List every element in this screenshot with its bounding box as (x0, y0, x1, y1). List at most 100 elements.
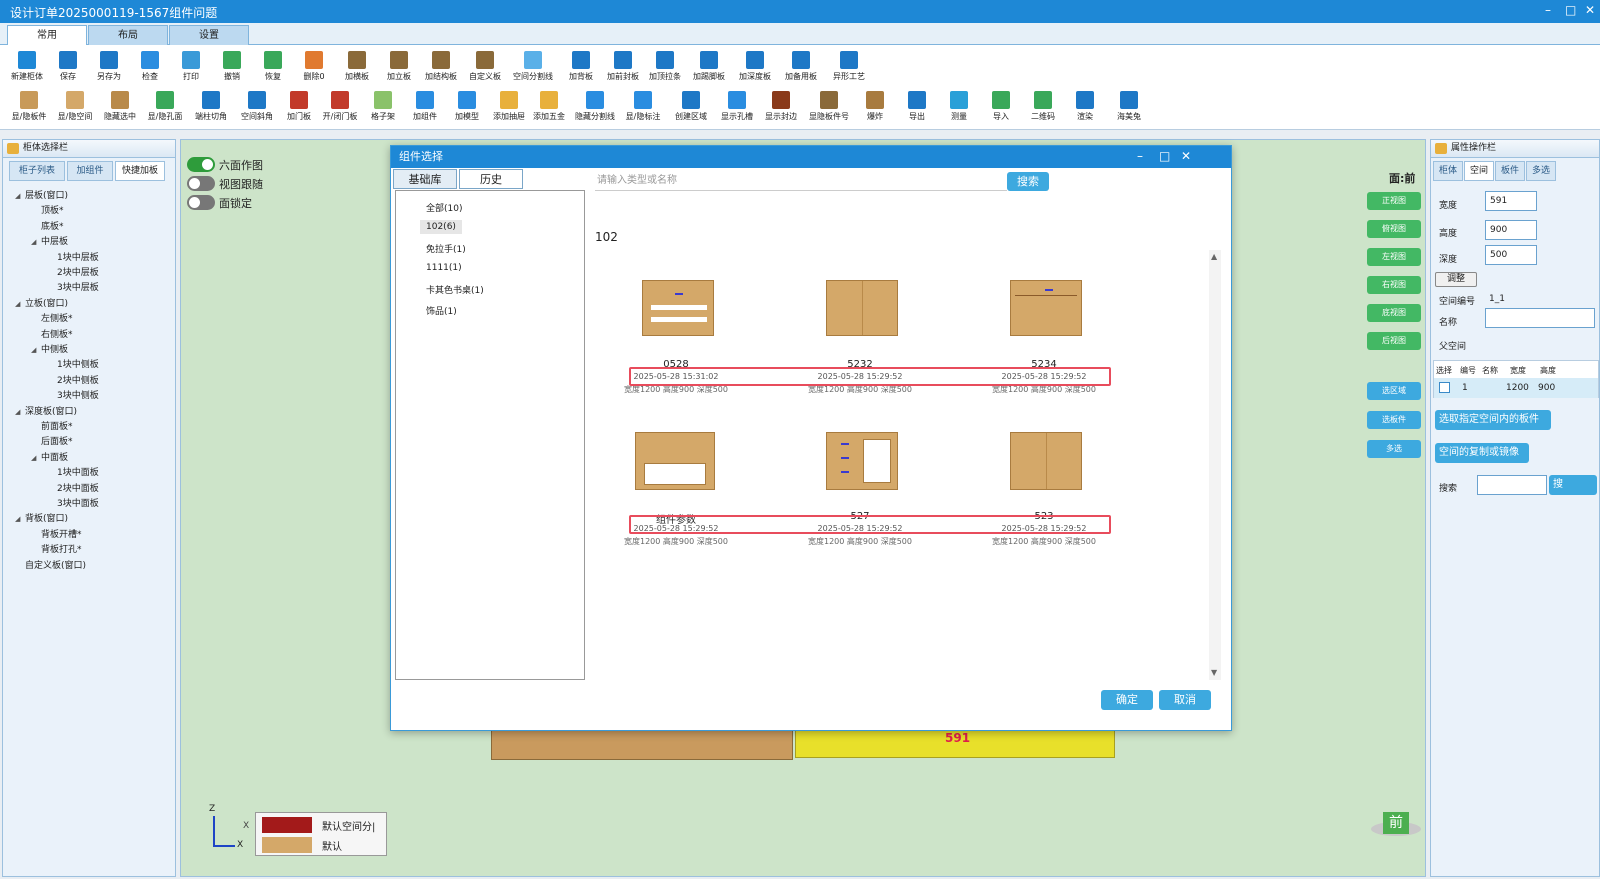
view-follow-toggle[interactable] (187, 176, 215, 191)
maximize-button[interactable]: □ (1565, 3, 1576, 17)
ribbon-tool-undo[interactable]: 撤销 (209, 51, 255, 82)
tab-cabinet-list[interactable]: 柜子列表 (9, 161, 65, 181)
tree-node[interactable]: ◢ 立板(窗口) (15, 296, 68, 309)
top-view-button[interactable]: 俯视图 (1367, 220, 1421, 238)
scroll-down-icon[interactable]: ▼ (1211, 668, 1217, 677)
row-checkbox[interactable] (1439, 382, 1450, 393)
ribbon-tool-save-as[interactable]: 另存为 (86, 51, 132, 82)
category-item[interactable]: 102(6) (420, 219, 462, 234)
tab-settings[interactable]: 设置 (169, 25, 249, 45)
ribbon-tool-haimeitu[interactable]: 海美兔 (1106, 91, 1152, 122)
tree-node[interactable]: ◢ 中侧板 (31, 342, 68, 355)
tree-node[interactable]: 1块中面板 (47, 465, 99, 478)
tab-cabinet[interactable]: 柜体 (1433, 161, 1463, 181)
right-view-button[interactable]: 右视图 (1367, 276, 1421, 294)
ribbon-tool-toggle-annotation[interactable]: 显/隐标注 (620, 91, 666, 122)
ribbon-tool-add-depth-board[interactable]: 加深度板 (732, 51, 778, 82)
ribbon-tool-explode[interactable]: 爆炸 (852, 91, 898, 122)
ribbon-tool-export[interactable]: 导出 (894, 91, 940, 122)
ribbon-tool-render[interactable]: 渲染 (1062, 91, 1108, 122)
select-board-button[interactable]: 选板件 (1367, 411, 1421, 429)
ribbon-tool-add-door[interactable]: 加门板 (276, 91, 322, 122)
tree-node[interactable]: 2块中侧板 (47, 373, 99, 386)
tree-node[interactable]: 1块中侧板 (47, 357, 99, 370)
ribbon-tool-delete[interactable]: 删除0 (291, 51, 337, 82)
tab-common[interactable]: 常用 (7, 25, 87, 45)
ribbon-tool-add-top-strip[interactable]: 加顶拉条 (642, 51, 688, 82)
ribbon-tool-qrcode[interactable]: 二维码 (1020, 91, 1066, 122)
category-item[interactable]: 免拉手(1) (420, 240, 472, 257)
ribbon-tool-hide-selected[interactable]: 隐藏选中 (97, 91, 143, 122)
ribbon-tool-print[interactable]: 打印 (168, 51, 214, 82)
tab-layout[interactable]: 布局 (88, 25, 168, 45)
ribbon-tool-grid-rack[interactable]: 格子架 (360, 91, 406, 122)
ribbon-tool-check[interactable]: 检查 (127, 51, 173, 82)
expand-arrow-icon[interactable]: ◢ (31, 454, 41, 462)
category-item[interactable]: 饰品(1) (420, 302, 463, 319)
ribbon-tool-special-process[interactable]: 异形工艺 (826, 51, 872, 82)
back-view-button[interactable]: 后视图 (1367, 332, 1421, 350)
ribbon-tool-measure[interactable]: 测量 (936, 91, 982, 122)
tree-node[interactable]: 3块中面板 (47, 496, 99, 509)
expand-arrow-icon[interactable]: ◢ (15, 515, 25, 523)
bottom-view-button[interactable]: 底视图 (1367, 304, 1421, 322)
space-copy-mirror-button[interactable]: 空间的复制或镜像 (1435, 443, 1529, 463)
ribbon-tool-open-close-door[interactable]: 开/闭门板 (317, 91, 363, 122)
tab-multi-select[interactable]: 多选 (1526, 161, 1556, 181)
ribbon-tool-space-bevel[interactable]: 空间斜角 (234, 91, 280, 122)
ribbon-tool-toggle-board-number[interactable]: 显隐板件号 (806, 91, 852, 122)
ribbon-tool-post-chamfer[interactable]: 端柱切角 (188, 91, 234, 122)
ribbon-tool-add-hardware[interactable]: 添加五金 (526, 91, 572, 122)
component-search-input[interactable]: 请输入类型或名称 (595, 171, 1007, 191)
ribbon-tool-add-horizontal-board[interactable]: 加横板 (334, 51, 380, 82)
component-search-button[interactable]: 搜索 (1007, 172, 1049, 191)
tab-space[interactable]: 空间 (1464, 161, 1494, 181)
tree-node[interactable]: ◢ 层板(窗口) (15, 188, 68, 201)
dialog-close-button[interactable]: ✕ (1181, 149, 1191, 163)
category-item[interactable]: 全部(10) (420, 199, 468, 216)
expand-arrow-icon[interactable]: ◢ (15, 192, 25, 200)
tree-node[interactable]: ◢ 背板(窗口) (15, 511, 68, 524)
six-face-toggle[interactable] (187, 157, 215, 172)
ribbon-tool-add-vertical-board[interactable]: 加立板 (376, 51, 422, 82)
tree-node[interactable]: 1块中层板 (47, 250, 99, 263)
face-lock-toggle[interactable] (187, 195, 215, 210)
select-boards-in-space-button[interactable]: 选取指定空间内的板件 (1435, 410, 1551, 430)
table-row[interactable]: 1 1200 900 (1434, 378, 1598, 398)
view-cube-front[interactable]: 前 (1383, 812, 1409, 834)
tree-node[interactable]: 前面板* (31, 419, 73, 432)
tab-add-component[interactable]: 加组件 (67, 161, 113, 181)
ribbon-tool-add-back-board[interactable]: 加背板 (558, 51, 604, 82)
ok-button[interactable]: 确定 (1101, 690, 1153, 710)
tab-base-library[interactable]: 基础库 (393, 169, 457, 189)
minimize-button[interactable]: – (1545, 3, 1551, 17)
category-item[interactable]: 卡其色书桌(1) (420, 281, 490, 298)
ribbon-tool-toggle-hole-face[interactable]: 显/隐孔面 (142, 91, 188, 122)
tree-node[interactable]: 顶板* (31, 203, 64, 216)
adjust-button[interactable]: 调整 (1435, 272, 1477, 287)
category-item[interactable]: 1111(1) (420, 261, 468, 275)
tree-node[interactable]: 3块中层板 (47, 280, 99, 293)
tab-history[interactable]: 历史 (459, 169, 523, 189)
tree-node[interactable]: ◢ 中层板 (31, 234, 68, 247)
tree-node[interactable]: 后面板* (31, 434, 73, 447)
tree-node[interactable]: 左侧板* (31, 311, 73, 324)
ribbon-tool-save[interactable]: 保存 (45, 51, 91, 82)
component-card[interactable]: 组件参数 2025-05-28 15:29:52 宽度1200 高度900 深度50… (585, 426, 767, 556)
ribbon-tool-add-spare-board[interactable]: 加备用板 (778, 51, 824, 82)
space-search-button[interactable]: 搜 (1549, 475, 1597, 495)
tree-node[interactable]: 自定义板(窗口) (15, 558, 86, 571)
multi-select-button[interactable]: 多选 (1367, 440, 1421, 458)
space-search-input[interactable] (1477, 475, 1547, 495)
left-view-button[interactable]: 左视图 (1367, 248, 1421, 266)
ribbon-tool-toggle-boards[interactable]: 显/隐板件 (6, 91, 52, 122)
tab-quick-add-board[interactable]: 快捷加板 (115, 161, 165, 181)
name-input[interactable] (1485, 308, 1595, 328)
width-input[interactable]: 591 (1485, 191, 1537, 211)
grid-scrollbar[interactable]: ▲ ▼ (1209, 250, 1221, 680)
ribbon-tool-toggle-space[interactable]: 显/隐空间 (52, 91, 98, 122)
tree-node[interactable]: 右侧板* (31, 327, 73, 340)
height-input[interactable]: 900 (1485, 220, 1537, 240)
close-button[interactable]: ✕ (1585, 3, 1595, 17)
ribbon-tool-space-split[interactable]: 空间分割线 (510, 51, 556, 82)
